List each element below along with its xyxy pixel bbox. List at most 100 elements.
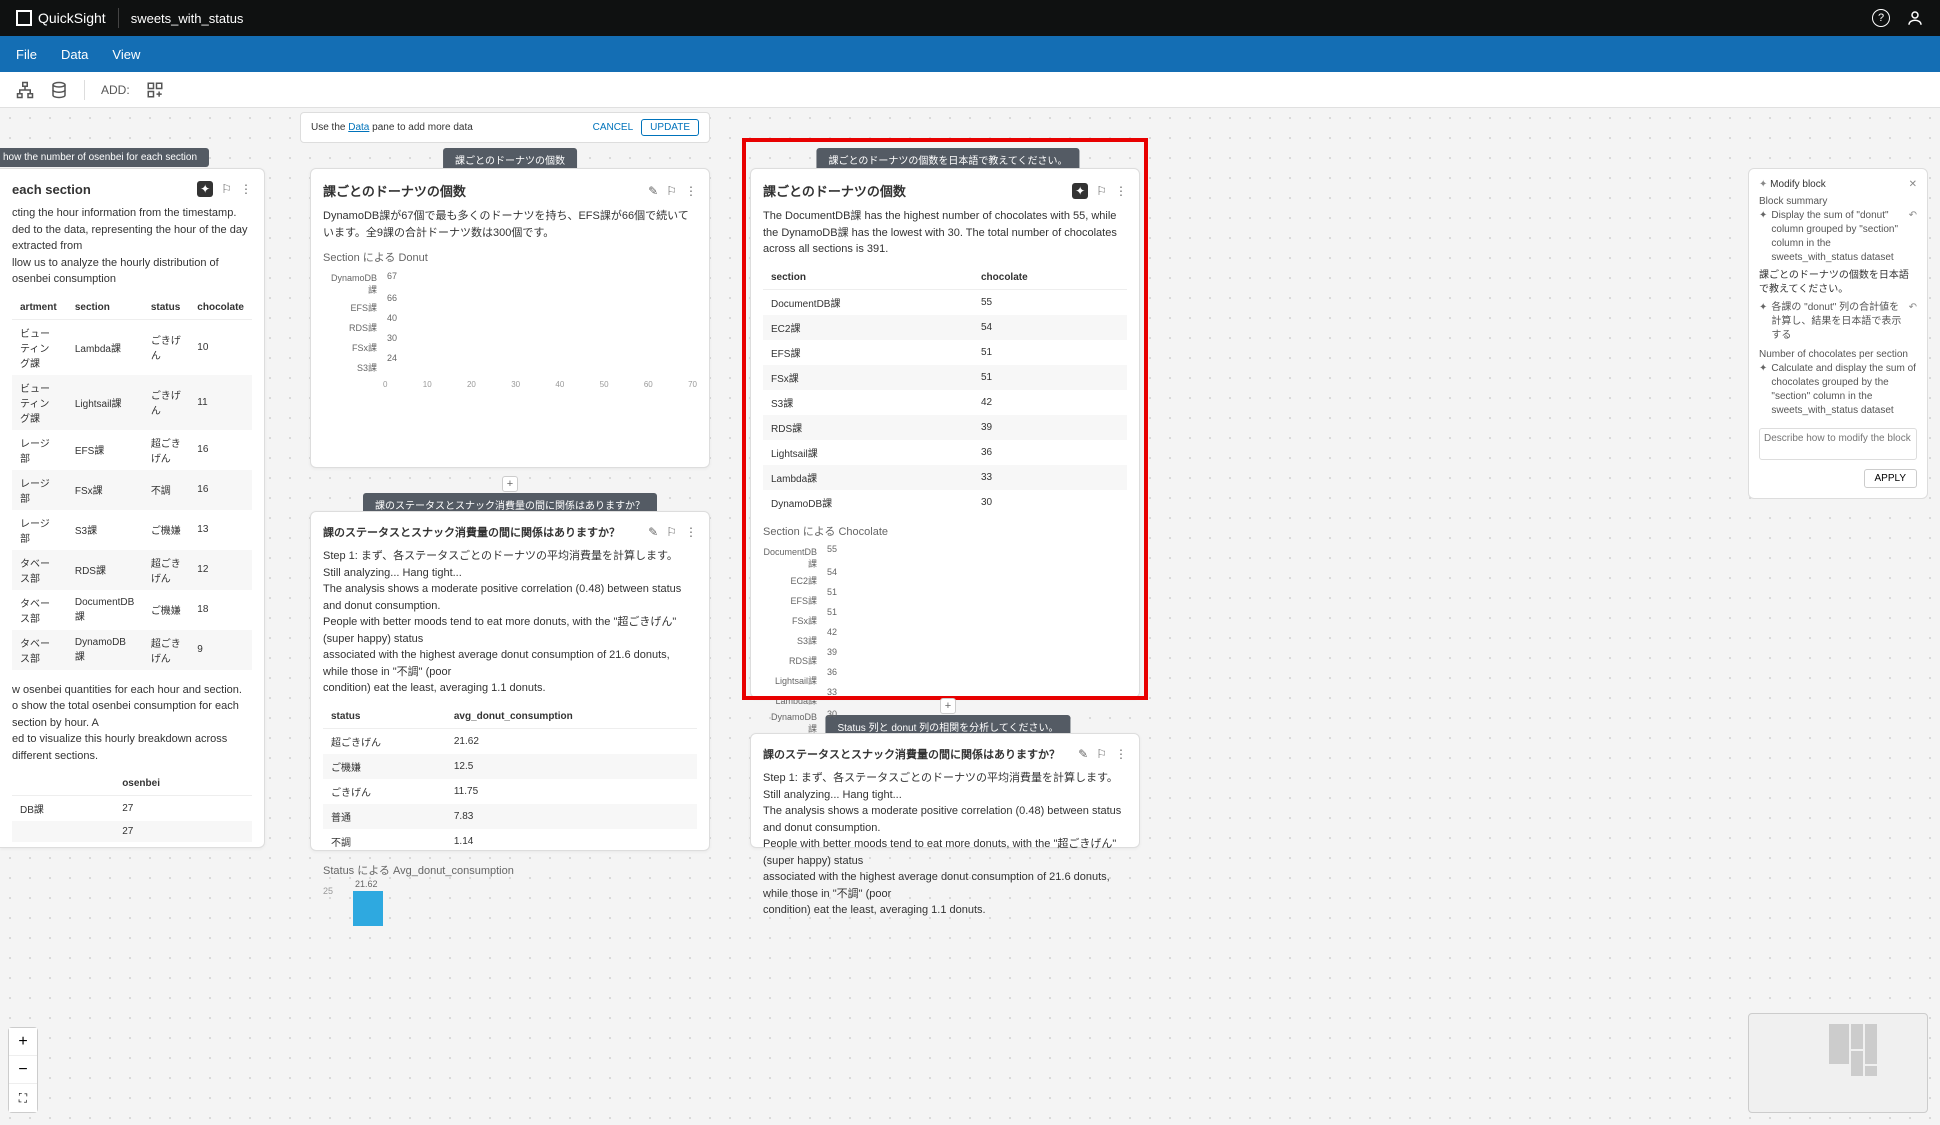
modify-input[interactable] <box>1759 428 1917 460</box>
card-donut: 課ごとのドーナツの個数 ✎ ⚐ ⋮ DynamoDB課が67個で最も多くのドーナ… <box>310 168 710 468</box>
modify-block-panel: ✦ Modify block ✕ Block summary ✦ Display… <box>1748 168 1928 499</box>
table-row[interactable]: レージ部S3課ご機嫌13 <box>12 510 252 550</box>
table-row[interactable]: EC2課54 <box>763 315 1127 340</box>
add-block-icon[interactable] <box>146 81 164 99</box>
menubar: File Data View <box>0 36 1940 72</box>
table-row[interactable]: 不調1.14 <box>323 829 697 854</box>
table-row[interactable]: Lambda課33 <box>763 465 1127 490</box>
canvas[interactable]: Use the Data pane to add more data CANCE… <box>0 108 1940 1125</box>
flag-icon[interactable]: ⚐ <box>1096 747 1107 761</box>
table-row[interactable]: 26 <box>12 842 252 848</box>
apply-button[interactable]: APPLY <box>1864 469 1918 488</box>
card-body: DynamoDB課が67個で最も多くのドーナツを持ち、EFS課が66個で続いてい… <box>323 208 697 241</box>
logo[interactable]: QuickSight <box>16 10 106 26</box>
undo-icon[interactable]: ↶ <box>1909 209 1917 265</box>
table-row[interactable]: ビューティング課Lightsail課ごきげん11 <box>12 375 252 430</box>
block-summary-label: Block summary <box>1759 196 1917 207</box>
plus-icon[interactable]: + <box>502 476 518 492</box>
table-row[interactable]: S3課42 <box>763 390 1127 415</box>
flag-icon[interactable]: ⚐ <box>1096 184 1107 198</box>
table-row[interactable]: DB課27 <box>12 796 252 822</box>
more-icon[interactable]: ⋮ <box>1115 184 1127 198</box>
cancel-button[interactable]: CANCEL <box>593 122 634 133</box>
more-icon[interactable]: ⋮ <box>685 184 697 198</box>
user-icon[interactable] <box>1906 9 1924 27</box>
table-row[interactable]: DynamoDB課30 <box>763 490 1127 515</box>
card-title: 課のステータスとスナック消費量の間に関係はありますか？ <box>763 746 1060 762</box>
table-row[interactable]: レージ部EFS課超ごきげん16 <box>12 430 252 470</box>
undo-icon[interactable]: ↶ <box>1909 301 1917 343</box>
sparkle-icon: ✦ <box>1759 209 1767 265</box>
bar-row: DocumentDB課55 <box>763 547 1127 570</box>
osenbei-table-2: osenbei DB課272726DB課2222221818 <box>12 772 252 848</box>
table-row[interactable]: タベース部DocumentDB課ご機嫌18 <box>12 590 252 630</box>
card-chocolate: 課ごとのドーナツの個数 ✦ ⚐ ⋮ The DocumentDB課 has th… <box>750 168 1140 698</box>
menu-data[interactable]: Data <box>61 47 88 62</box>
more-icon[interactable]: ⋮ <box>240 182 252 196</box>
minimap[interactable] <box>1748 1013 1928 1113</box>
table-row[interactable]: ご機嫌12.5 <box>323 754 697 779</box>
toolbar: ADD: <box>0 72 1940 108</box>
table-row[interactable]: 普通7.83 <box>323 804 697 829</box>
zoom-controls: + − ⛶ <box>8 1027 38 1113</box>
table-row[interactable]: EFS課51 <box>763 340 1127 365</box>
zoom-out-button[interactable]: − <box>9 1056 37 1084</box>
chocolate-table: section chocolate DocumentDB課55EC2課54EFS… <box>763 266 1127 515</box>
donut-chart: DynamoDB課67EFS課66RDS課40FSx課30S3課24 <box>323 273 697 376</box>
history-item: ✦ 各課の "donut" 列の合計値を計算し、結果を日本語で表示する ↶ <box>1759 301 1917 343</box>
menu-view[interactable]: View <box>112 47 140 62</box>
card-title: 課ごとのドーナツの個数 <box>763 181 906 200</box>
card-body: The DocumentDB課 has the highest number o… <box>763 208 1127 258</box>
database-icon[interactable] <box>50 81 68 99</box>
chart-axis: 010203040506070 <box>323 380 697 389</box>
chart-title: Status による Avg_donut_consumption <box>323 862 697 878</box>
close-icon[interactable]: ✕ <box>1909 179 1917 190</box>
table-row[interactable]: ビューティング課Lambda課ごきげん10 <box>12 319 252 375</box>
add-data-bar: Use the Data pane to add more data CANCE… <box>300 112 710 143</box>
flag-icon[interactable]: ⚐ <box>666 525 677 539</box>
table-row[interactable]: FSx課51 <box>763 365 1127 390</box>
status-table: status avg_donut_consumption 超ごきげん21.62ご… <box>323 705 697 854</box>
sparkle-icon: ✦ <box>1759 362 1767 418</box>
product-name: QuickSight <box>38 10 106 26</box>
card-title: 課のステータスとスナック消費量の間に関係はありますか？ <box>323 524 620 540</box>
edit-icon[interactable]: ✎ <box>1078 747 1088 761</box>
table-row[interactable]: ごきげん11.75 <box>323 779 697 804</box>
table-row[interactable]: タベース部RDS課超ごきげん12 <box>12 550 252 590</box>
bar-row: RDS課39 <box>763 652 1127 670</box>
menu-file[interactable]: File <box>16 47 37 62</box>
card-title: each section <box>12 182 91 197</box>
card-body: Step 1: まず、各ステータスごとのドーナツの平均消費量を計算します。 St… <box>763 770 1127 919</box>
bar-row: EFS課51 <box>763 592 1127 610</box>
edit-icon[interactable]: ✎ <box>648 525 658 539</box>
table-row[interactable]: 超ごきげん21.62 <box>323 728 697 754</box>
flag-icon[interactable]: ⚐ <box>221 182 232 196</box>
table-row[interactable]: 27 <box>12 821 252 842</box>
edit-icon[interactable]: ✎ <box>648 184 658 198</box>
table-row[interactable]: DocumentDB課55 <box>763 289 1127 315</box>
status-chart: 25 21.62 <box>323 886 697 926</box>
card-body-2: w osenbei quantities for each hour and s… <box>12 682 252 765</box>
more-icon[interactable]: ⋮ <box>685 525 697 539</box>
bar-row: S3課24 <box>323 358 697 376</box>
history-item: 課ごとのドーナツの個数を日本語で教えてください。 <box>1759 269 1917 297</box>
query-pill-1: how the number of osenbei for each secti… <box>0 148 209 167</box>
zoom-in-button[interactable]: + <box>9 1028 37 1056</box>
help-icon[interactable]: ? <box>1872 9 1890 27</box>
sparkle-icon[interactable]: ✦ <box>1072 183 1088 199</box>
table-row[interactable]: レージ部FSx課不調16 <box>12 470 252 510</box>
plus-icon[interactable]: + <box>940 698 956 714</box>
sparkle-icon[interactable]: ✦ <box>197 181 213 197</box>
table-row[interactable]: Lightsail課36 <box>763 440 1127 465</box>
card-body: cting the hour information from the time… <box>12 205 252 288</box>
fullscreen-button[interactable]: ⛶ <box>9 1084 37 1112</box>
bar-row: FSx課30 <box>323 338 697 356</box>
table-row[interactable]: タベース部DynamoDB課超ごきげん9 <box>12 630 252 670</box>
data-link[interactable]: Data <box>348 122 369 133</box>
bar-row: EFS課66 <box>323 298 697 316</box>
more-icon[interactable]: ⋮ <box>1115 747 1127 761</box>
update-button[interactable]: UPDATE <box>641 119 699 136</box>
flag-icon[interactable]: ⚐ <box>666 184 677 198</box>
table-row[interactable]: RDS課39 <box>763 415 1127 440</box>
sitemap-icon[interactable] <box>16 81 34 99</box>
